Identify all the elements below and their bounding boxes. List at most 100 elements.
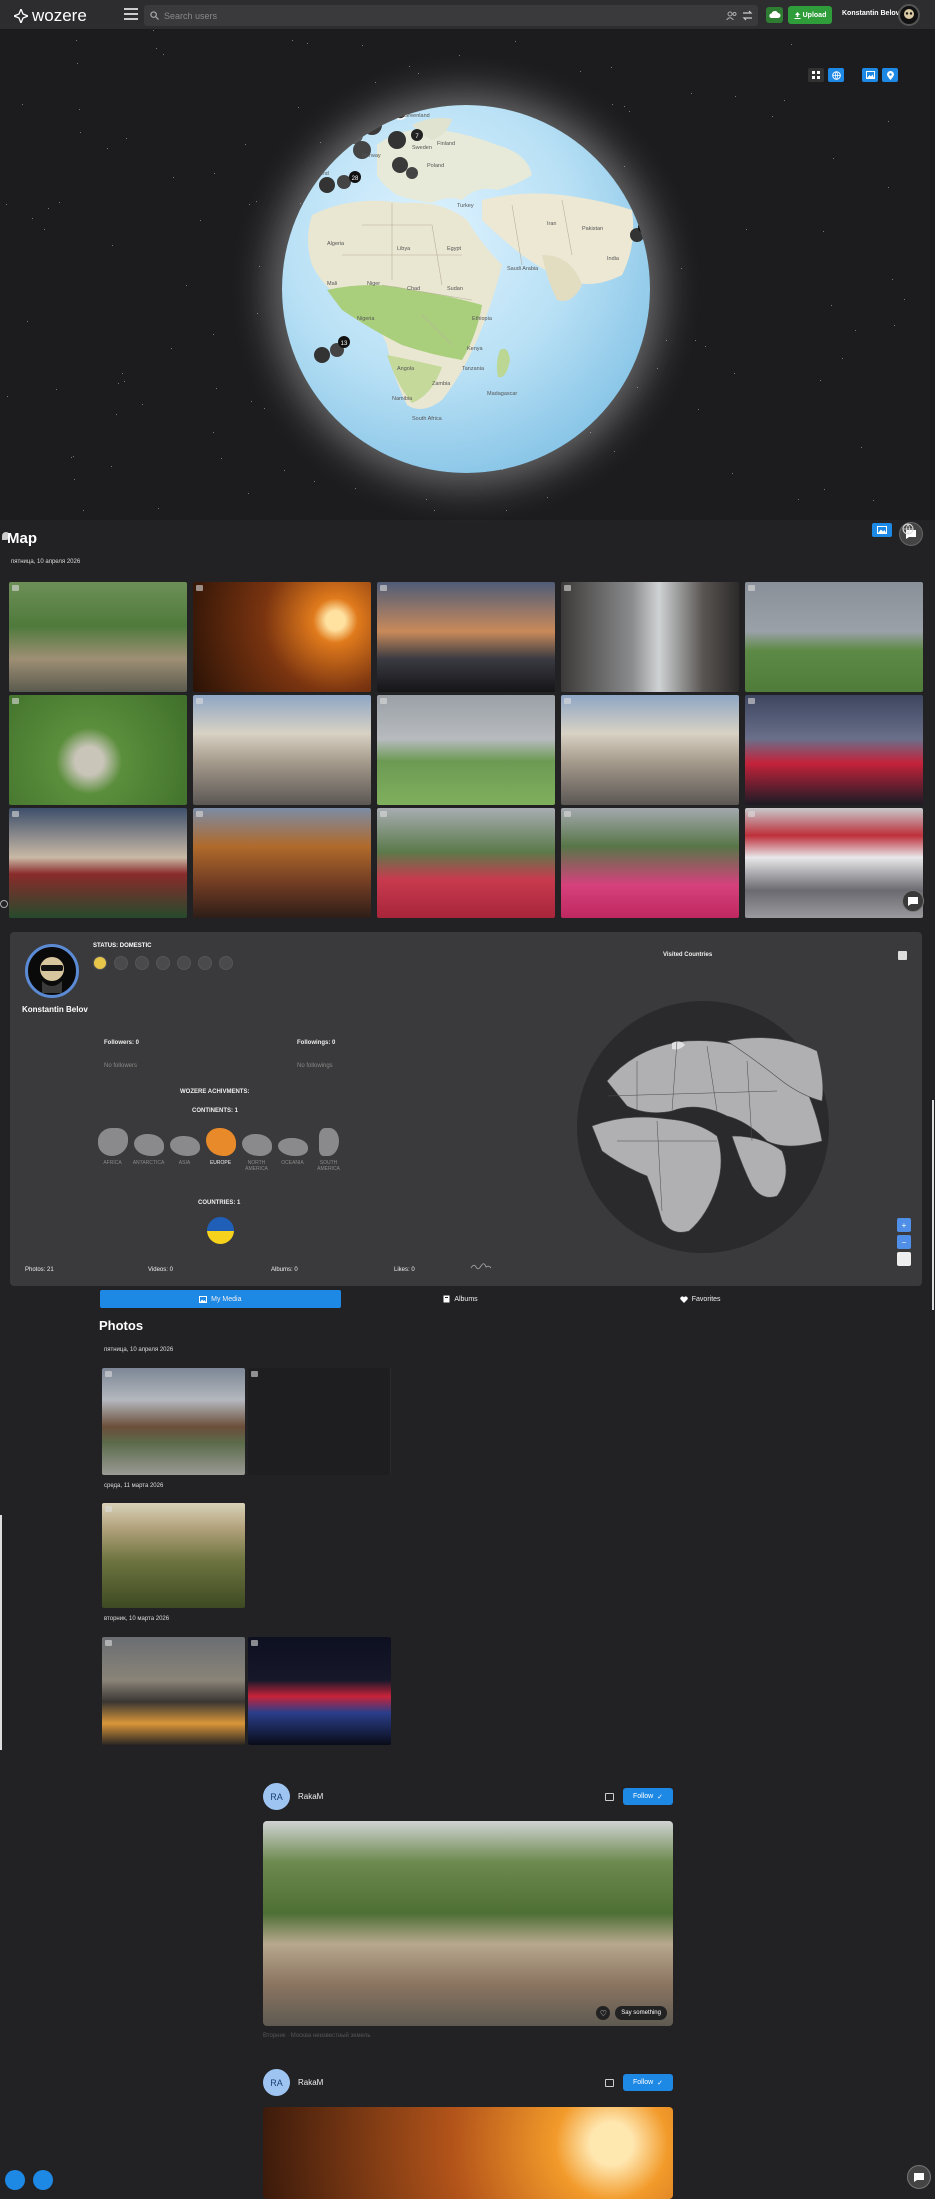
- globe-button[interactable]: [33, 2170, 53, 2190]
- chat-button[interactable]: [902, 890, 924, 912]
- photo-thumbnail[interactable]: [561, 695, 739, 805]
- comment-button[interactable]: Say something: [615, 2006, 667, 2020]
- chat-button[interactable]: [907, 2165, 931, 2189]
- zoom-in-button[interactable]: +: [897, 1218, 911, 1232]
- star: [107, 148, 108, 149]
- star: [624, 166, 625, 167]
- globe-icon[interactable]: [0, 900, 8, 908]
- zoom-out-button[interactable]: −: [897, 1235, 911, 1249]
- globe-view-button[interactable]: [828, 68, 844, 82]
- followings-count[interactable]: Followings: 0: [297, 1040, 335, 1046]
- logo[interactable]: wozere: [14, 6, 87, 26]
- photo-thumbnail[interactable]: [745, 695, 923, 805]
- star: [76, 40, 77, 41]
- user-name[interactable]: Konstantin Belov: [842, 10, 900, 17]
- badge-icon[interactable]: [135, 956, 149, 970]
- photo-cluster[interactable]: 13: [314, 336, 350, 363]
- like-button[interactable]: ♡: [596, 2006, 611, 2020]
- upload-icon: [794, 11, 801, 19]
- badge-icon[interactable]: [177, 956, 191, 970]
- star: [245, 144, 246, 145]
- photo-thumbnail[interactable]: [377, 695, 555, 805]
- star: [611, 67, 612, 68]
- photo-thumbnail[interactable]: [561, 808, 739, 918]
- globe-icon: [831, 70, 841, 80]
- people-icon[interactable]: [726, 11, 737, 20]
- globe-view[interactable]: K 7 28 66 13 Greenland Norway Sweden Fin…: [0, 30, 935, 546]
- place-label: Turkey: [457, 203, 474, 209]
- star: [824, 489, 825, 490]
- photo-thumbnail[interactable]: [9, 695, 187, 805]
- post-avatar[interactable]: RA: [263, 1783, 290, 1810]
- photo-thumbnail[interactable]: [745, 582, 923, 692]
- photo-thumbnail[interactable]: [102, 1368, 245, 1475]
- upload-button[interactable]: Upload: [788, 6, 832, 24]
- countries-count: COUNTRIES: 1: [198, 1200, 241, 1206]
- layers-button[interactable]: [862, 68, 878, 82]
- place-label: Ethiopia: [472, 316, 493, 322]
- photo-thumbnail[interactable]: [193, 808, 371, 918]
- photo-thumbnail[interactable]: [9, 582, 187, 692]
- post-avatar[interactable]: RA: [263, 2069, 290, 2096]
- photo-thumbnail[interactable]: [9, 808, 187, 918]
- star: [861, 447, 862, 448]
- post-author[interactable]: RakaM: [298, 2078, 323, 2087]
- post-description: Вторник · Москва неизвестный земель: [263, 2033, 371, 2039]
- continent-antarctica: ANTARCTICA: [132, 1128, 165, 1172]
- photo-thumbnail[interactable]: [745, 808, 923, 918]
- gallery-view-button[interactable]: [872, 523, 892, 537]
- post-image[interactable]: [263, 2107, 673, 2199]
- photo-thumbnail[interactable]: [377, 582, 555, 692]
- scroll-top-button[interactable]: [5, 2170, 25, 2190]
- place-label: Madagascar: [487, 391, 517, 397]
- grid-view-button[interactable]: [808, 68, 824, 82]
- post-image[interactable]: ♡ Say something: [263, 1821, 673, 2026]
- map-icon[interactable]: [605, 1793, 614, 1801]
- photo-thumbnail[interactable]: [193, 695, 371, 805]
- photo-thumbnail[interactable]: [102, 1503, 245, 1608]
- location-button[interactable]: [882, 68, 898, 82]
- search-input[interactable]: [164, 5, 664, 26]
- photo-thumbnail[interactable]: [561, 582, 739, 692]
- cloud-button[interactable]: [766, 7, 783, 23]
- star: [426, 499, 427, 500]
- globe-view-button[interactable]: [902, 523, 916, 537]
- swap-icon[interactable]: [742, 10, 753, 21]
- badge-icon[interactable]: [198, 956, 212, 970]
- post-author[interactable]: RakaM: [298, 1792, 323, 1801]
- world-globe[interactable]: K 7 28 66 13 Greenland Norway Sweden Fin…: [282, 105, 650, 473]
- menu-icon[interactable]: [124, 8, 138, 20]
- photo-thumbnail[interactable]: [193, 582, 371, 692]
- svg-text:28: 28: [352, 176, 359, 182]
- star: [71, 457, 72, 458]
- photo-thumbnail[interactable]: [248, 1637, 391, 1745]
- visited-countries-globe[interactable]: [577, 1001, 829, 1253]
- tab-favorites[interactable]: Favorites: [580, 1290, 820, 1308]
- place-label: Angola: [397, 366, 415, 372]
- badge-icon[interactable]: [114, 956, 128, 970]
- photo-thumbnail[interactable]: [377, 808, 555, 918]
- badge-icon[interactable]: [219, 956, 233, 970]
- albums-count: Albums: 0: [271, 1267, 298, 1273]
- map-icon[interactable]: [898, 951, 907, 960]
- badge-icon[interactable]: [156, 956, 170, 970]
- photo-thumbnail[interactable]: [248, 1368, 391, 1475]
- tab-albums[interactable]: Albums: [341, 1290, 581, 1308]
- star: [888, 187, 889, 188]
- user-avatar[interactable]: [898, 4, 920, 26]
- photo-thumbnail[interactable]: [102, 1637, 245, 1745]
- badge-icon[interactable]: [93, 956, 107, 970]
- star: [77, 63, 78, 64]
- star: [153, 30, 154, 31]
- reset-view-button[interactable]: [897, 1252, 911, 1266]
- follow-button[interactable]: Follow ✓: [623, 2074, 673, 2091]
- star: [259, 266, 260, 267]
- map-icon[interactable]: [605, 2079, 614, 2087]
- follow-button[interactable]: Follow ✓: [623, 1788, 673, 1805]
- profile-avatar[interactable]: [25, 944, 79, 998]
- bottom-left-controls: [5, 2170, 53, 2190]
- star: [118, 383, 119, 384]
- star: [249, 204, 250, 205]
- followers-count[interactable]: Followers: 0: [104, 1040, 139, 1046]
- tab-my-media[interactable]: My Media: [100, 1290, 341, 1308]
